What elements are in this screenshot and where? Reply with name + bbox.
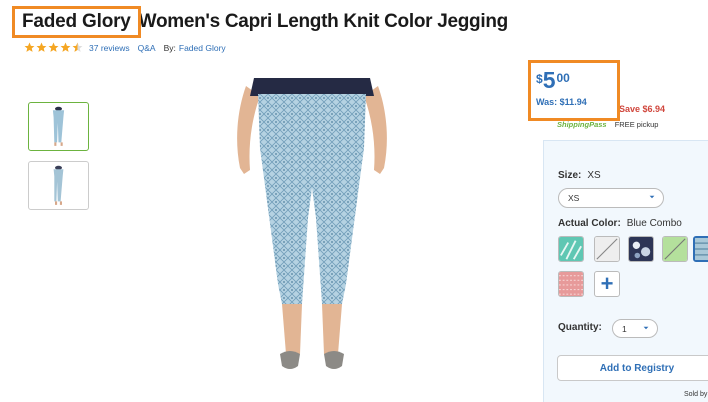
star-icon [24,42,35,52]
size-label-row: Size: XS [558,170,601,181]
price-currency: $ [536,72,543,86]
price-highlight-box: $ 5 00 Was: $11.94 [528,60,620,121]
teal-pattern-swatch[interactable] [558,236,584,262]
chevron-down-icon [643,326,649,330]
size-label: Size: [558,170,582,181]
quantity-label: Quantity: [558,322,602,333]
navy-floral-swatch[interactable] [628,236,654,262]
free-pickup-text: FREE pickup [614,120,659,129]
shipping-row: ShippingPass FREE pickup [557,120,658,129]
swatch-navy-image [629,237,653,261]
add-to-registry-button[interactable]: Add to Registry [557,355,708,381]
current-price: $ 5 00 [536,69,617,92]
size-select-value: XS [568,193,580,203]
quantity-value: 1 [622,323,627,334]
star-rating[interactable] [24,42,83,53]
chevron-down-icon [649,195,655,199]
price-cents: 00 [556,71,570,85]
qa-link[interactable]: Q&A [138,43,156,53]
product-thumbnail-1[interactable] [28,102,89,151]
more-colors-button[interactable]: + [594,271,620,297]
color-value: Blue Combo [626,218,682,229]
color-label-row: Actual Color: Blue Combo [558,218,682,229]
blue-combo-swatch[interactable] [693,236,708,262]
star-icon [48,42,59,52]
rating-row: 37 reviews Q&A By: Faded Glory [24,42,234,53]
color-label: Actual Color: [558,218,621,229]
unavailable-swatch[interactable] [594,236,620,262]
star-icon [60,42,71,52]
brand-link[interactable]: Faded Glory [179,43,226,53]
swatch-unavailable-image [595,237,619,261]
size-value: XS [587,170,601,181]
star-icon [36,42,47,52]
unavailable-green-swatch[interactable] [662,236,688,262]
product-thumbnail-2[interactable] [28,161,89,210]
brand-highlight-box: Faded Glory [12,6,141,38]
sold-by-text: Sold by [684,391,708,398]
main-product-image [237,78,387,369]
capri-thumbnail-image [53,165,64,205]
coral-pattern-swatch[interactable] [558,271,584,297]
size-select[interactable]: XS [558,188,664,208]
was-price: Was: $11.94 [536,97,587,107]
swatch-blue-combo-image [695,238,708,260]
capri-thumbnail-image [52,106,65,146]
reviews-link[interactable]: 37 reviews [89,43,130,53]
price-dollars: 5 [542,67,556,93]
by-label: By: [163,42,176,53]
shipping-pass-badge[interactable]: ShippingPass [557,120,607,129]
swatch-green-image [663,237,687,261]
quantity-select[interactable]: 1 [612,319,658,338]
product-title: Women's Capri Length Knit Color Jegging [138,11,509,32]
save-amount: Save $6.94 [619,104,666,114]
swatch-teal-image [559,237,583,261]
brand-name[interactable]: Faded Glory [22,11,131,33]
swatch-coral-image [559,272,583,296]
half-star-icon [72,42,83,52]
product-title-row: Faded Glory Women's Capri Length Knit Co… [12,6,508,38]
